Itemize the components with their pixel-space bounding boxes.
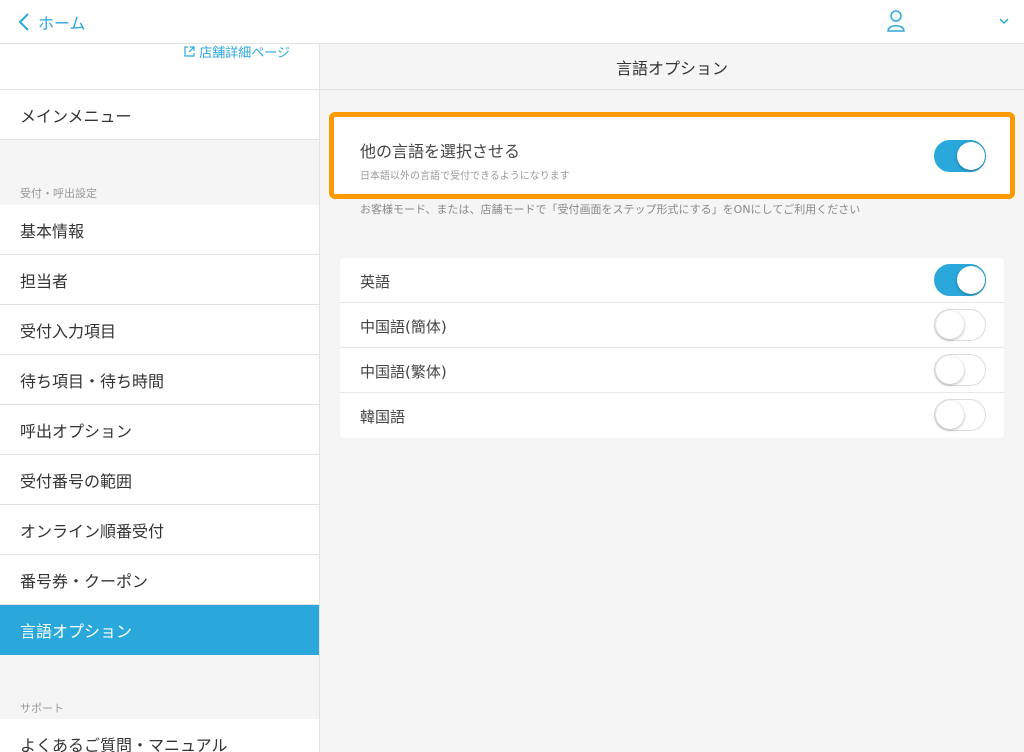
store-link-label: 店舗詳細ページ [199,46,290,61]
other-language-setting-row: 他の言語を選択させる 日本語以外の言語で受付できるようになります [340,118,1004,194]
sidebar-item-language-options[interactable]: 言語オプション [0,605,319,655]
sidebar-item-label: 呼出オプション [20,421,133,441]
english-toggle[interactable] [934,264,986,296]
language-row-english: 英語 [340,258,1004,303]
toggle-knob [957,142,985,170]
sidebar-item-label: オンライン順番受付 [20,521,165,541]
external-link-icon [184,46,195,57]
chinese-traditional-toggle[interactable] [934,354,986,386]
main-content: 言語オプション 他の言語を選択させる 日本語以外の言語で受付できるようになります… [320,44,1024,752]
sidebar-item-label: 番号券・クーポン [20,571,149,591]
sidebar-item-label: 受付番号の範囲 [20,471,133,491]
sidebar-item-faq-manual[interactable]: よくあるご質問・マニュアル [0,719,319,752]
language-label: 中国語(簡体) [360,318,447,336]
section-label-support: サポート [20,702,64,715]
store-detail-link[interactable]: 店舗詳細ページ [184,44,290,61]
sidebar-item-wait-items[interactable]: 待ち項目・待ち時間 [0,355,319,405]
back-button[interactable]: ホーム [18,8,86,36]
sidebar-item-label: よくあるご質問・マニュアル [20,735,228,752]
sidebar-item-main-menu[interactable]: メインメニュー [0,90,319,140]
sidebar-item-tickets-coupons[interactable]: 番号券・クーポン [0,555,319,605]
chevron-down-icon[interactable] [998,15,1010,27]
section-label-reception: 受付・呼出設定 [20,187,97,200]
back-label: ホーム [38,14,86,33]
sidebar-item-label: メインメニュー [20,106,132,126]
page-title: 言語オプション [320,44,1024,90]
chinese-simplified-toggle[interactable] [934,309,986,341]
sidebar-item-input-fields[interactable]: 受付入力項目 [0,305,319,355]
sidebar-item-label: 担当者 [20,271,69,291]
toggle-knob [936,401,964,429]
language-list: 英語 中国語(簡体) 中国語(繁体) 韓国語 [340,258,1004,438]
other-language-subtitle: 日本語以外の言語で受付できるようになります [360,171,570,182]
other-language-toggle[interactable] [934,140,986,172]
sidebar-item-call-options[interactable]: 呼出オプション [0,405,319,455]
store-link-row: 店舗詳細ページ [0,44,319,90]
language-row-korean: 韓国語 [340,393,1004,438]
language-label: 英語 [360,273,391,291]
sidebar-item-label: 受付入力項目 [20,321,117,341]
chevron-left-icon [18,13,29,31]
sidebar-item-label: 言語オプション [20,621,133,641]
sidebar: 店舗詳細ページ メインメニュー 受付・呼出設定 基本情報 担当者 受付入力項目 … [0,44,320,752]
usage-note: お客様モード、または、店舗モードで「受付画面をステップ形式にする」をONにしてご… [360,203,861,216]
language-row-chinese-traditional: 中国語(繁体) [340,348,1004,393]
sidebar-item-online-queue[interactable]: オンライン順番受付 [0,505,319,555]
top-bar: ホーム [0,0,1024,44]
language-label: 韓国語 [360,408,406,426]
language-row-chinese-simplified: 中国語(簡体) [340,303,1004,348]
other-language-title: 他の言語を選択させる [360,142,521,161]
sidebar-item-number-range[interactable]: 受付番号の範囲 [0,455,319,505]
user-icon[interactable] [886,9,906,33]
sidebar-item-staff[interactable]: 担当者 [0,255,319,305]
sidebar-item-label: 基本情報 [20,221,85,241]
toggle-knob [936,356,964,384]
korean-toggle[interactable] [934,399,986,431]
toggle-knob [936,311,964,339]
sidebar-item-label: 待ち項目・待ち時間 [20,371,165,391]
toggle-knob [957,266,985,294]
sidebar-item-basic-info[interactable]: 基本情報 [0,205,319,255]
language-label: 中国語(繁体) [360,363,447,381]
